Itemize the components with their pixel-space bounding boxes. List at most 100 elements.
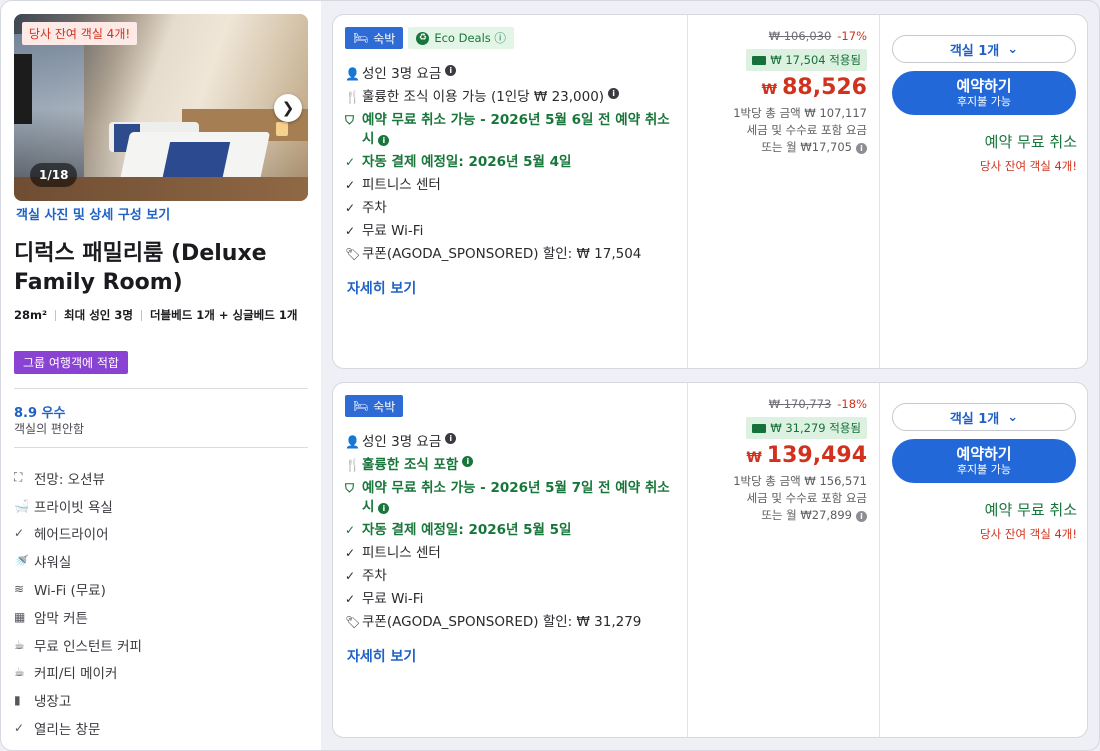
fridge-icon: ▮ [14,693,21,708]
amenity-item: 🚿 샤워실 [14,547,304,575]
info-icon[interactable]: i [462,456,474,467]
check-icon: ✓ [345,569,356,583]
info-icon[interactable]: i [856,143,867,154]
feature-wifi: ✓ 무료 Wi-Fi [345,220,675,243]
book-button-sublabel: 후지불 가능 [956,95,1012,108]
feature-parking-label: 주차 [362,568,387,584]
room-photo-carousel[interactable]: 당사 잔여 객실 4개! ❯ 1/18 [14,14,308,201]
offer-booking-column: 객실 1개 ⌄ 예약하기 후지불 가능 예약 무료 취소 당사 잔여 객실 4개! [879,15,1087,368]
price-amount: 88,526 [782,75,867,100]
amenity-label: Wi-Fi (무료) [34,583,106,600]
feature-fitness: ✓ 피트니스 센터 [345,542,675,565]
divider [14,388,308,389]
coupon-applied-label: ₩ 17,504 적용됨 [770,53,861,67]
check-icon: ✓ [345,178,356,192]
price-amount: 139,494 [766,443,867,468]
offer-card: 🛏 숙박 👤 성인 3명 요금 i 🍴 훌륭한 조식 포함 i ⛉ 예약 무료 취소 가능 … [332,382,1088,738]
check-icon: ✓ [345,224,356,238]
chevron-right-icon[interactable]: ❯ [274,94,302,122]
book-button-sublabel: 후지불 가능 [956,463,1012,476]
eco-tag-label: Eco Deals ⓘ [434,31,506,45]
room-quantity-select[interactable]: 객실 1개 ⌄ [892,403,1076,431]
monthly-price-text: 또는 월 ₩17,705 [761,140,852,154]
amenity-label: 헤어드라이어 [34,527,109,544]
info-icon[interactable]: i [445,65,457,76]
divider [14,447,308,448]
check-icon: ✓ [14,526,25,541]
offer-card: 🛏 숙박 ♻ Eco Deals ⓘ 👤 성인 3명 요금 i 🍴 훌륭한 조식 이용 가… [332,14,1088,369]
price-notes: 1박당 총 금액 ₩ 107,117 세금 및 수수료 포함 요금 또는 월 ₩… [733,105,867,156]
feature-autopay: ✓ 자동 결제 예정일: 2026년 5월 4일 [345,151,675,174]
utensils-icon: 🍴 [345,458,360,472]
ticket-icon [752,55,767,65]
book-button[interactable]: 예약하기 후지불 가능 [892,71,1076,115]
feature-fitness-label: 피트니스 센터 [362,177,441,193]
offer-features-column: 🛏 숙박 ♻ Eco Deals ⓘ 👤 성인 3명 요금 i 🍴 훌륭한 조식 이용 가… [333,15,687,368]
info-icon[interactable]: i [445,433,457,444]
offer-feature-list: 👤 성인 3명 요금 i 🍴 훌륭한 조식 이용 가능 (1인당 ₩ 23,000) i… [345,63,675,266]
amenity-label: 냉장고 [34,694,72,711]
price-currency: ₩ [746,450,762,466]
price-notes: 1박당 총 금액 ₩ 156,571 세금 및 수수료 포함 요금 또는 월 ₩… [733,473,867,524]
coffee-machine-icon: ☕ [14,637,25,652]
info-icon[interactable]: i [856,511,867,522]
check-icon: ✓ [14,721,25,736]
details-link[interactable]: 자세히 보기 [347,646,416,666]
original-price: ₩ 170,773 [768,397,832,411]
feature-breakfast: 🍴 훌륭한 조식 이용 가능 (1인당 ₩ 23,000) i [345,86,675,109]
amenity-label: 열리는 창문 [34,722,101,739]
rooms-left-note: 당사 잔여 객실 4개! [980,159,1077,173]
photo-counter: 1/18 [30,163,78,187]
coupon-applied-badge: ₩ 31,279 적용됨 [746,417,867,439]
info-icon[interactable]: i [378,135,390,146]
info-icon[interactable]: i [608,88,620,99]
details-link[interactable]: 자세히 보기 [347,278,416,298]
feature-parking-label: 주차 [362,200,387,216]
info-icon[interactable]: i [378,503,390,514]
book-button[interactable]: 예약하기 후지불 가능 [892,439,1076,483]
feature-parking: ✓ 주차 [345,565,675,588]
total-price-line: 1박당 총 금액 ₩ 107,117 [733,106,867,120]
stay-tag: 🛏 숙박 [345,395,404,417]
room-quantity-select[interactable]: 객실 1개 ⌄ [892,35,1076,63]
feature-breakfast-label: 훌륭한 조식 이용 가능 (1인당 ₩ 23,000) [362,89,605,105]
offer-tags: 🛏 숙박 [345,395,404,417]
price-currency: ₩ [761,82,778,98]
feature-coupon: 🏷 쿠폰(AGODA_SPONSORED) 할인: ₩ 31,279 [345,611,675,634]
rooms-left-note: 당사 잔여 객실 4개! [980,527,1077,541]
check-icon: ✓ [345,546,356,560]
check-icon: ✓ [345,523,356,537]
bed-icon: 🛏 [353,31,369,45]
check-icon: ✓ [345,592,356,606]
room-rating-score: 8.9 우수 [14,406,66,421]
person-icon: 👤 [345,435,360,449]
room-title: 디럭스 패밀리룸 (Deluxe Family Room) [14,241,267,295]
room-photos-link[interactable]: 객실 사진 및 상세 구성 보기 [16,204,170,223]
tag-icon: 🏷 [345,247,361,261]
group-suitable-tag: 그룹 여행객에 적합 [14,351,128,374]
feature-autopay: ✓ 자동 결제 예정일: 2026년 5월 5일 [345,519,675,542]
offer-feature-list: 👤 성인 3명 요금 i 🍴 훌륭한 조식 포함 i ⛉ 예약 무료 취소 가능 - 20… [345,431,675,634]
feature-coupon: 🏷 쿠폰(AGODA_SPONSORED) 할인: ₩ 17,504 [345,243,675,266]
ticket-icon [752,423,767,433]
stay-tag: 🛏 숙박 [345,27,404,49]
utensils-icon: 🍴 [345,90,360,104]
stay-tag-label: 숙박 [373,31,396,46]
room-rating-label: 객실의 편안함 [14,422,85,436]
feature-cancel-label: 예약 무료 취소 가능 - 2026년 5월 7일 전 예약 취소 시i [362,479,675,517]
book-button-label: 예약하기 [956,445,1012,463]
monthly-price-line: 또는 월 ₩17,705 i [733,139,867,156]
amenity-label: 프라이빗 욕실 [34,499,113,516]
feature-fitness-label: 피트니스 센터 [362,545,441,561]
eco-deals-tag[interactable]: ♻ Eco Deals ⓘ [408,27,514,49]
room-info-panel: 당사 잔여 객실 4개! ❯ 1/18 객실 사진 및 상세 구성 보기 디럭스… [1,1,321,750]
person-icon: 👤 [345,67,360,81]
room-quantity-label: 객실 1개 [949,411,1000,427]
amenity-item: ▮ 냉장고 [14,686,304,714]
book-button-label: 예약하기 [956,77,1012,95]
amenity-item: ▦ 암막 커튼 [14,603,304,631]
room-photo-lamp [276,122,288,136]
final-price: ₩139,494 [746,443,867,468]
feature-guests: 👤 성인 3명 요금 i [345,431,675,454]
feature-guests: 👤 성인 3명 요금 i [345,63,675,86]
